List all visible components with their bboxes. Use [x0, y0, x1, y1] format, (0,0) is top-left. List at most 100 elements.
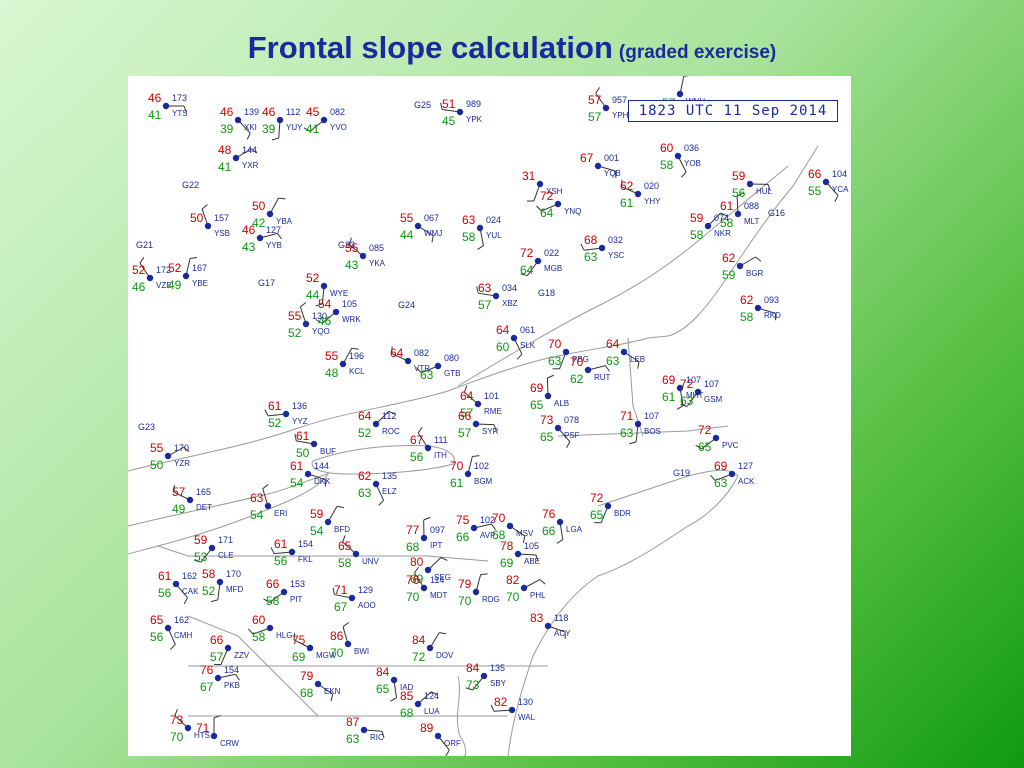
station-dewpoint: 41 [306, 122, 320, 136]
station-id: YCA [832, 185, 849, 194]
station-id: ERI [274, 509, 287, 518]
station-temperature: 82 [494, 695, 508, 709]
station-dewpoint: 56 [410, 450, 424, 464]
station-temperature: 72 [590, 491, 604, 505]
station-vze: 5246172VZE [132, 257, 172, 294]
station-dot [414, 700, 422, 708]
station-id: IPT [430, 541, 443, 550]
station-dewpoint: 65 [590, 508, 604, 522]
station-pressure: 036 [684, 143, 699, 153]
station-dot [754, 304, 762, 312]
station-dewpoint: 58 [338, 556, 352, 570]
station-temperature: 84 [412, 633, 426, 647]
station-temperature: 86 [330, 629, 344, 643]
station-leb: 64 63 LEB [606, 337, 645, 369]
station-temperature: 83 [530, 611, 544, 625]
station-id: RUT [594, 373, 611, 382]
wind-barb-feather [439, 632, 447, 635]
station-temperature: 31 [522, 169, 536, 183]
station-dewpoint: 64 [520, 263, 534, 277]
station-dot [556, 518, 564, 526]
station-temperature: 48 [218, 143, 232, 157]
station-bwi: 86 70 BWI [330, 622, 369, 660]
station-dot [420, 584, 428, 592]
station-id: YYZ [292, 417, 308, 426]
station-id: ALB [554, 399, 569, 408]
map-timestamp: 1823 UTC 11 Sep 2014 [628, 100, 838, 122]
station-pressure: 097 [430, 525, 445, 535]
station-pressure: 162 [174, 615, 189, 625]
station-pressure: 154 [224, 665, 239, 675]
station-temperature: 76 [406, 573, 420, 587]
station-pressure: 957 [612, 95, 627, 105]
station-temperature: 61 [158, 569, 172, 583]
station-dot [514, 550, 522, 558]
station-dot [276, 116, 284, 124]
station-dot [544, 392, 552, 400]
station-pressure: 001 [604, 153, 619, 163]
station-id: MFD [226, 585, 244, 594]
wind-gust-label: G22 [182, 180, 199, 190]
wind-gust-label: G21 [136, 240, 153, 250]
station-pressure: 078 [564, 415, 579, 425]
station-temperature: 80 [410, 555, 424, 569]
wind-barb-feather [566, 441, 571, 449]
wind-barb-feather [477, 245, 484, 250]
station-id: YVO [330, 123, 347, 132]
station-temperature: 50 [252, 199, 266, 213]
station-ysb: 50 157 YSB [190, 204, 230, 238]
station-dewpoint: 65 [376, 682, 390, 696]
station-temperature: 78 [500, 539, 514, 553]
station-dot [598, 244, 606, 252]
station-dot [204, 222, 212, 230]
station-id: BFD [334, 525, 350, 534]
station-dewpoint: 63 [620, 426, 634, 440]
station-rkd: 62 58 093 RKD [740, 293, 781, 324]
station-id: WRK [342, 315, 361, 324]
station-dewpoint: 43 [345, 258, 359, 272]
station-lua: 85 68 124 LUA [400, 689, 440, 720]
wind-barb-feather [755, 256, 762, 262]
station-temperature: 72 [520, 246, 534, 260]
station-temperature: 57 [172, 485, 186, 499]
station-dot [424, 444, 432, 452]
wind-barb-feather [390, 697, 397, 702]
station-id: YTS [172, 109, 188, 118]
station-yqb: 67 001 YQB [580, 151, 621, 178]
station-id: CLE [218, 551, 234, 560]
station-temperature: 63 [462, 213, 476, 227]
station-dewpoint: 68 [400, 706, 414, 720]
station-pressure: 088 [744, 201, 759, 211]
station-dot [474, 400, 482, 408]
station-dot [306, 644, 314, 652]
station-roc: 64 52 112 ROC [358, 409, 400, 440]
station-dot [184, 724, 192, 732]
station-dewpoint: 61 [450, 476, 464, 490]
station-id: MLT [744, 217, 760, 226]
station-pressure: 105 [342, 299, 357, 309]
station-temperature: 70 [492, 511, 506, 525]
station-dot [426, 644, 434, 652]
station-dot [476, 224, 484, 232]
station-dot [216, 578, 224, 586]
station-id: LGA [566, 525, 583, 534]
wind-gust-label: G16 [768, 208, 785, 218]
station-temperature: 79 [458, 577, 472, 591]
station-dewpoint: 50 [296, 446, 310, 460]
station-temperature: 87 [346, 715, 360, 729]
station-pressure: 112 [286, 107, 300, 117]
wind-barb-feather [262, 484, 269, 490]
station-dot [314, 680, 322, 688]
station-pressure: 127 [738, 461, 753, 471]
station-id: ELZ [382, 487, 397, 496]
station-temperature: 61 [290, 459, 304, 473]
station-aoo: 71 67 129 AOO [332, 583, 376, 614]
station-id: YOB [684, 159, 701, 168]
station-id: LUA [424, 707, 440, 716]
station-temperature: 67 [410, 433, 424, 447]
station-rdg: 79 70 RDG [458, 573, 500, 608]
station-id: HUL [756, 187, 773, 196]
station-pressure: 196 [349, 351, 364, 361]
station-id: FKL [298, 555, 313, 564]
station-dewpoint: 54 [250, 508, 264, 522]
